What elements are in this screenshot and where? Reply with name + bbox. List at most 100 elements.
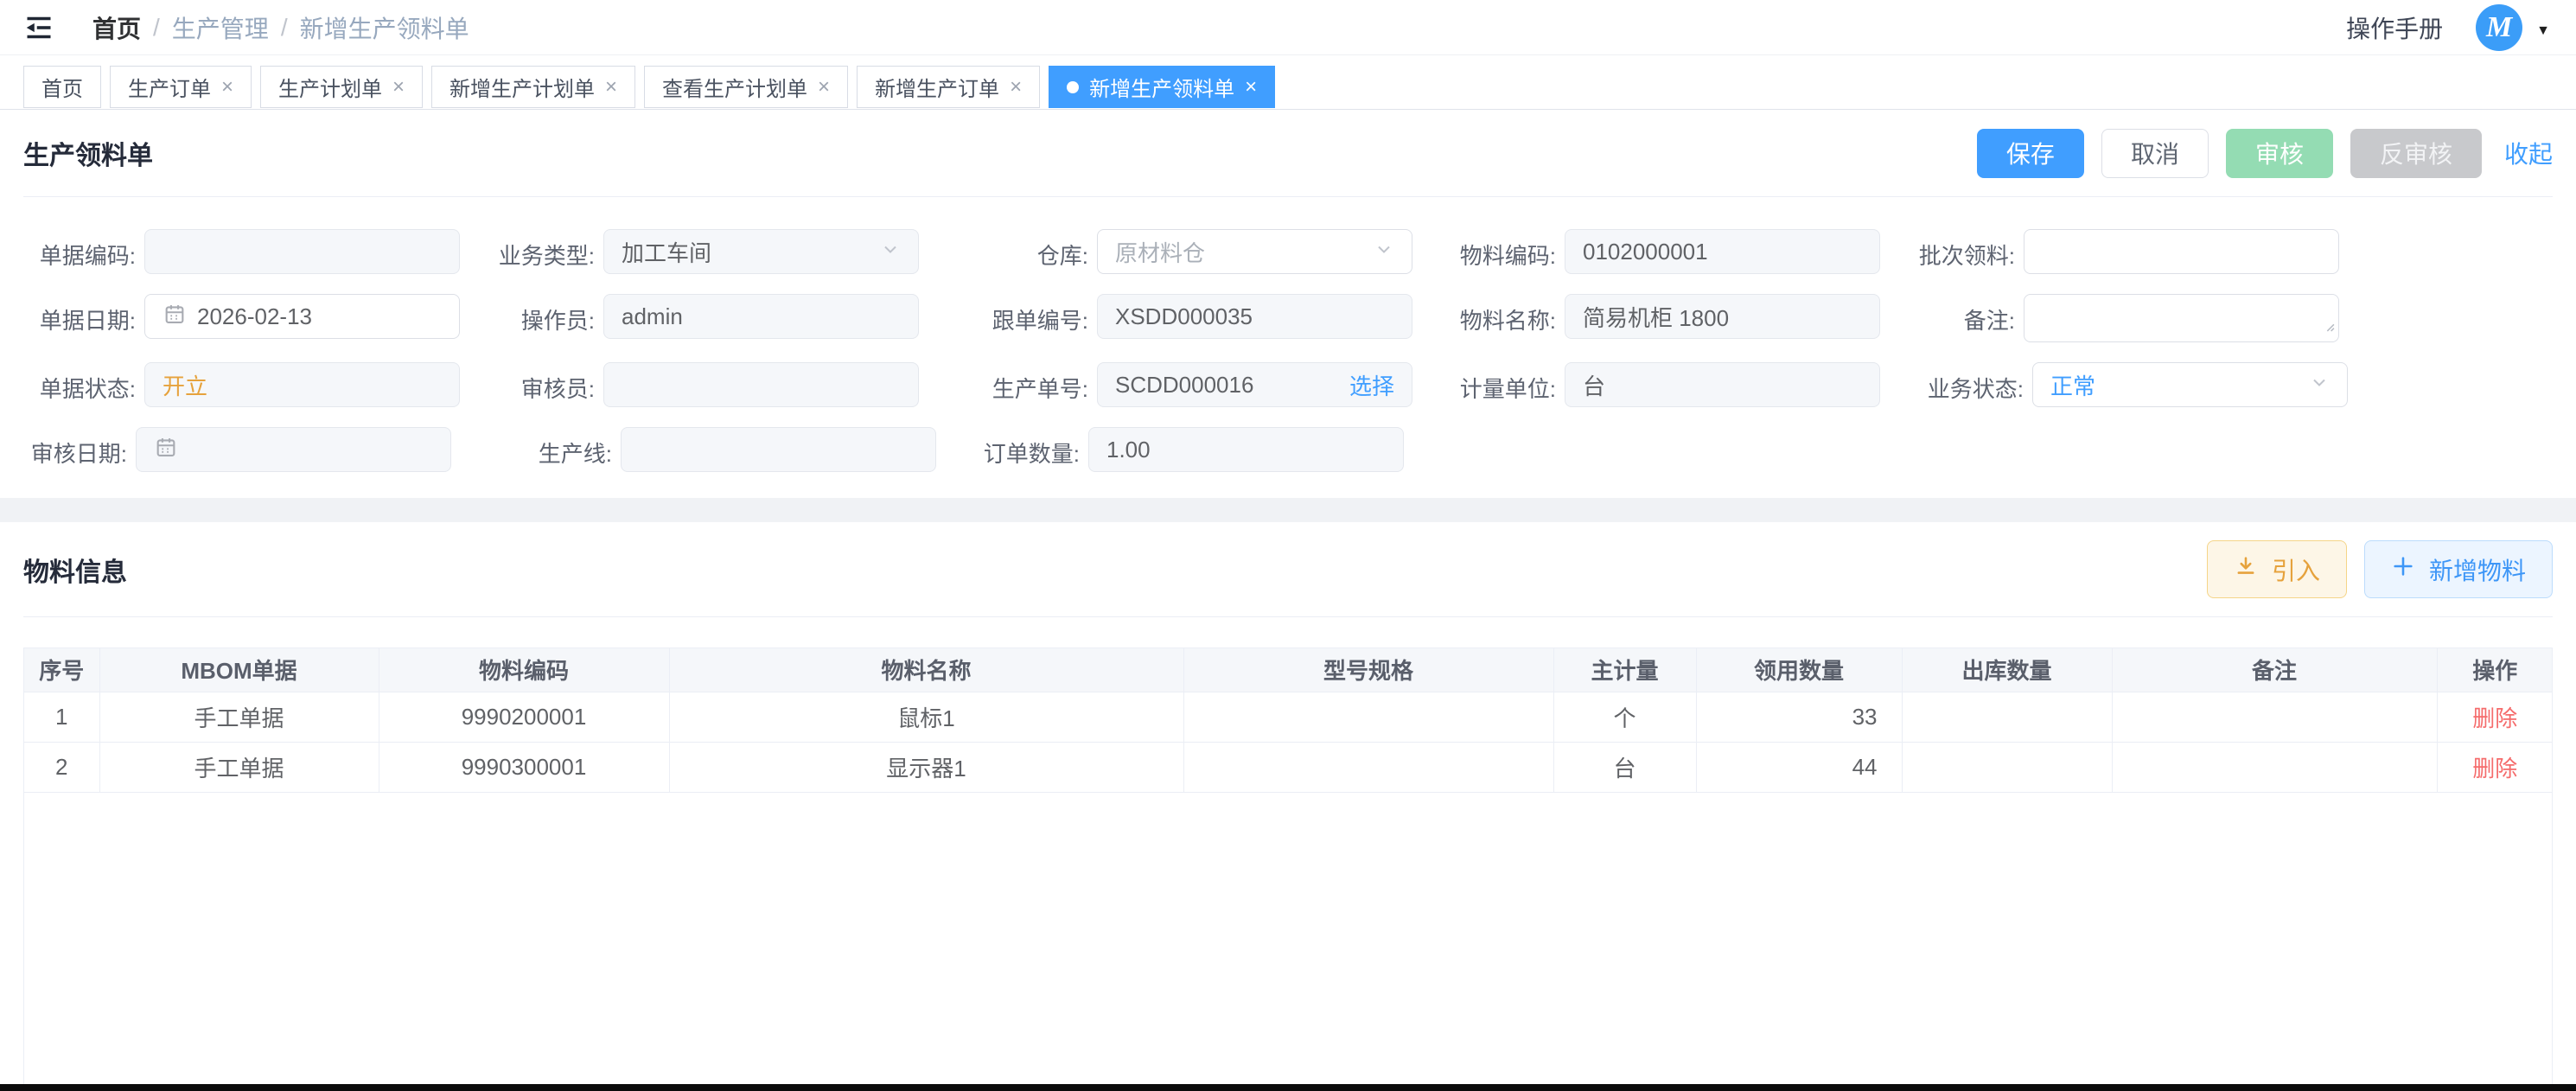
active-tab-dot-icon xyxy=(1067,81,1079,93)
breadcrumb-production-management[interactable]: 生产管理 xyxy=(172,10,269,45)
tab-1[interactable]: 生产订单× xyxy=(110,66,252,108)
unit-input: 台 xyxy=(1565,362,1880,407)
doc-code-input xyxy=(144,229,460,274)
production-order-no-label: 生产单号: xyxy=(967,362,1088,404)
add-material-button[interactable]: 新增物料 xyxy=(2364,540,2553,598)
import-button[interactable]: 引入 xyxy=(2207,540,2347,598)
breadcrumb-current-page: 新增生产领料单 xyxy=(300,10,469,45)
field-remark: 备注: xyxy=(1911,294,2348,342)
business-status-value: 正常 xyxy=(2050,369,2302,401)
table-header-cell: 主计量 xyxy=(1553,648,1696,692)
table-cell: 鼠标1 xyxy=(669,692,1183,742)
order-qty-label: 订单数量: xyxy=(967,427,1080,469)
material-code-label: 物料编码: xyxy=(1444,229,1556,271)
sidebar-toggle-icon[interactable] xyxy=(23,12,54,43)
chevron-down-icon xyxy=(880,239,901,265)
table-header-cell: 出库数量 xyxy=(1902,648,2112,692)
tab-close-icon[interactable]: × xyxy=(818,77,830,98)
tab-close-icon[interactable]: × xyxy=(392,77,405,98)
order-qty-value: 1.00 xyxy=(1106,437,1386,463)
material-code-value: 0102000001 xyxy=(1583,239,1862,265)
tab-home[interactable]: 首页 xyxy=(23,66,101,108)
tab-label: 查看生产计划单 xyxy=(662,72,807,102)
table-header-cell: 备注 xyxy=(2112,648,2437,692)
table-cell: 个 xyxy=(1553,692,1696,742)
tab-close-icon[interactable]: × xyxy=(221,77,233,98)
production-order-no-choose-link[interactable]: 选择 xyxy=(1349,369,1394,401)
requisition-form-card: 生产领料单 保存 取消 审核 反审核 收起 单据编码:业务类型:加工车间仓库:原… xyxy=(0,110,2576,498)
cancel-button[interactable]: 取消 xyxy=(2101,129,2209,178)
field-unit: 计量单位: 台 xyxy=(1444,362,1880,407)
production-order-no-value: SCDD000016 xyxy=(1115,372,1341,399)
business-type-select: 加工车间 xyxy=(603,229,919,274)
user-menu-caret-icon[interactable]: ▼ xyxy=(2536,23,2550,39)
business-type-value: 加工车间 xyxy=(622,236,873,268)
auditor-label: 审核员: xyxy=(491,362,595,404)
tracking-no-value: XSDD000035 xyxy=(1115,303,1394,330)
resize-handle-icon[interactable] xyxy=(2324,311,2335,338)
order-qty-input: 1.00 xyxy=(1088,427,1404,472)
warehouse-select[interactable]: 原材料仓 xyxy=(1097,229,1412,274)
operator-input: admin xyxy=(603,294,919,339)
operator-value: admin xyxy=(622,303,901,330)
tab-4[interactable]: 查看生产计划单 × xyxy=(644,66,848,108)
tab-close-icon[interactable]: × xyxy=(605,77,617,98)
tracking-no-input: XSDD000035 xyxy=(1097,294,1412,339)
business-status-select[interactable]: 正常 xyxy=(2032,362,2348,407)
table-cell: 33 xyxy=(1696,692,1902,742)
tab-label: 首页 xyxy=(41,72,83,102)
field-material-code: 物料编码: 0102000001 xyxy=(1444,229,1880,274)
calendar-icon xyxy=(163,302,187,332)
save-button[interactable]: 保存 xyxy=(1977,129,2084,178)
tracking-no-label: 跟单编号: xyxy=(967,294,1088,335)
operator-label: 操作员: xyxy=(491,294,595,335)
tab-close-icon[interactable]: × xyxy=(1010,77,1022,98)
chevron-down-icon xyxy=(1374,239,1394,265)
breadcrumb-separator: / xyxy=(153,14,160,41)
business-type-label: 业务类型: xyxy=(491,229,595,271)
table-cell: 手工单据 xyxy=(99,692,379,742)
doc-code-label: 单据编码: xyxy=(23,229,136,271)
table-header-cell: 序号 xyxy=(24,648,99,692)
table-cell xyxy=(1902,692,2112,742)
field-production-order-no: 生产单号: SCDD000016 选择 xyxy=(967,362,1412,407)
top-header: 首页 / 生产管理 / 新增生产领料单 操作手册 M ▼ xyxy=(0,0,2576,55)
batch-request-input[interactable] xyxy=(2024,229,2339,274)
table-cell: 1 xyxy=(24,692,99,742)
delete-row-link[interactable]: 删除 xyxy=(2472,705,2517,731)
doc-date-date-picker[interactable]: 2026-02-13 xyxy=(144,294,460,339)
materials-card: 物料信息 引入 新增物料 xyxy=(0,522,2576,1088)
avatar[interactable]: M xyxy=(2476,4,2522,51)
table-cell xyxy=(1183,692,1553,742)
remark-textarea[interactable] xyxy=(2024,294,2339,342)
tab-close-icon[interactable]: × xyxy=(1245,77,1257,98)
tab-2[interactable]: 生产计划单 × xyxy=(260,66,423,108)
collapse-link[interactable]: 收起 xyxy=(2504,136,2553,170)
breadcrumb: 首页 / 生产管理 / 新增生产领料单 xyxy=(92,10,469,45)
unit-label: 计量单位: xyxy=(1444,362,1556,404)
table-row: 1手工单据9990200001鼠标1个33删除 xyxy=(24,692,2553,742)
table-cell: 手工单据 xyxy=(99,742,379,792)
breadcrumb-home[interactable]: 首页 xyxy=(92,10,141,45)
table-header-cell: 操作 xyxy=(2437,648,2553,692)
unit-value: 台 xyxy=(1583,369,1862,401)
field-doc-status: 单据状态:开立 xyxy=(23,362,460,407)
tab-3[interactable]: 新增生产计划单× xyxy=(431,66,635,108)
delete-row-link[interactable]: 删除 xyxy=(2472,756,2517,782)
table-header-cell: MBOM单据 xyxy=(99,648,379,692)
field-business-status: 业务状态:正常 xyxy=(1911,362,2348,407)
material-code-input: 0102000001 xyxy=(1565,229,1880,274)
tab-label: 生产计划单 xyxy=(278,72,382,102)
table-cell: 44 xyxy=(1696,742,1902,792)
tab-5[interactable]: 新增生产订单× xyxy=(857,66,1040,108)
plus-icon xyxy=(2391,554,2415,584)
field-warehouse: 仓库:原材料仓 xyxy=(967,229,1412,274)
breadcrumb-separator: / xyxy=(281,14,288,41)
table-cell: 台 xyxy=(1553,742,1696,792)
calendar-icon xyxy=(154,435,178,465)
manual-link[interactable]: 操作手册 xyxy=(2346,10,2443,45)
tab-6[interactable]: 新增生产领料单× xyxy=(1049,66,1275,108)
field-auditor: 审核员: xyxy=(491,362,936,407)
table-cell xyxy=(1183,742,1553,792)
table-cell xyxy=(1902,742,2112,792)
